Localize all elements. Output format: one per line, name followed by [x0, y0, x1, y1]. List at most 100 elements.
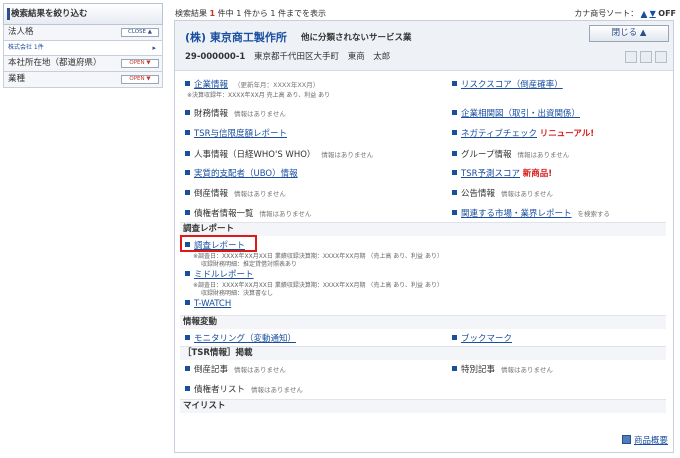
kanren-note: を検索する [577, 210, 611, 218]
saikensha-item: 債権者情報一覧 情報はありません [185, 207, 311, 219]
result-suffix: 件中 1 件から 1 件までを表示 [217, 9, 327, 18]
result-prefix: 検索結果 [175, 9, 207, 18]
bullet-icon [452, 81, 457, 86]
bookmark-link[interactable]: ブックマーク [461, 334, 512, 344]
company-name[interactable]: (株) 東京商工製作所 [185, 29, 287, 45]
company-info: 29-000000-1 東京都千代田区大手町 東商 太郎 [185, 50, 390, 62]
new-product-badge: 新商品! [522, 169, 553, 179]
filter-hojinkaku[interactable]: 法人格 CLOSE ▲ [3, 25, 163, 41]
no-info-note: 情報はありません [234, 366, 286, 374]
no-info-note: 情報はありません [321, 151, 374, 159]
bullet-icon [452, 210, 457, 215]
saiken-list-label: 債権者リスト [194, 385, 246, 395]
bullet-icon [185, 130, 190, 135]
book-icon [621, 435, 631, 444]
bullet-icon [452, 190, 457, 195]
risk-score-link[interactable]: リスクスコア（倒産確率） [461, 80, 563, 90]
filter-hojinkaku-label: 法人格 [8, 27, 34, 37]
company-industry: 他に分類されないサービス業 [301, 33, 412, 43]
kigyo-sub-note: ※決算収録年：XXXX年XX月 売上高 あり、利益 あり [187, 92, 331, 99]
soukan-link[interactable]: 企業相関図（取引・出資関係） [461, 109, 580, 119]
ubo-link[interactable]: 実質的支配者（UBO）情報 [194, 169, 298, 179]
bullet-icon [185, 110, 190, 115]
no-info-note: 情報はありません [234, 190, 286, 198]
saikensha-label: 債権者情報一覧 [194, 209, 254, 219]
ubo-item[interactable]: 実質的支配者（UBO）情報 [185, 167, 298, 179]
bullet-icon [185, 151, 190, 156]
sort-asc-icon[interactable]: ▲ [641, 9, 647, 18]
middle-report-link[interactable]: ミドルレポート [194, 270, 254, 280]
open-button[interactable]: OPEN ▼ [121, 75, 159, 84]
nega-link[interactable]: ネガティブチェック [461, 129, 537, 139]
bullet-icon [452, 170, 457, 175]
close-button[interactable]: 閉じる ▲ [589, 25, 669, 42]
tokubetsu-item: 特別記事 情報はありません [452, 363, 553, 375]
kokoku-item: 公告情報 情報はありません [452, 187, 553, 199]
filter-prefecture[interactable]: 本社所在地（都道府県） OPEN ▼ [3, 56, 163, 72]
jinji-label: 人事情報（日経WHO'S WHO） [194, 150, 316, 160]
kigyo-joho-link[interactable]: 企業情報 [194, 80, 228, 90]
bullet-icon [185, 190, 190, 195]
monitoring-link[interactable]: モニタリング（変動通知） [194, 334, 296, 344]
highlight-box [180, 235, 257, 252]
tokubetsu-label: 特別記事 [461, 365, 496, 375]
saiken-list-item: 債権者リスト 情報はありません [185, 383, 303, 395]
tsr-yosoku-link[interactable]: TSR予測スコア [461, 169, 520, 179]
section-keisai: ［TSR情報］掲載 [180, 346, 666, 360]
bullet-icon [185, 210, 190, 215]
section-chosa: 調査レポート [180, 222, 666, 236]
nega-item[interactable]: ネガティブチェック リニューアル! [452, 127, 594, 139]
filter-panel: 検索結果を絞り込む 法人格 CLOSE ▲ 株式会社 1件 ▸ 本社所在地（都道… [3, 3, 163, 88]
bullet-icon [185, 271, 190, 276]
toolbar-icons [625, 51, 667, 63]
no-info-note: 情報はありません [501, 366, 553, 374]
section-mylist: マイリスト [180, 399, 666, 413]
list-icon[interactable] [625, 51, 637, 63]
filter-industry[interactable]: 業種 OPEN ▼ [3, 72, 163, 88]
tosan-item: 倒産情報 情報はありません [185, 187, 286, 199]
sort-desc-icon[interactable]: ▼ [650, 9, 656, 18]
sort-state[interactable]: OFF [658, 9, 676, 18]
kokoku-label: 公告情報 [461, 189, 496, 199]
company-header: (株) 東京商工製作所 他に分類されないサービス業 29-000000-1 東京… [175, 21, 673, 71]
bullet-icon [185, 366, 190, 371]
export-icon[interactable] [655, 51, 667, 63]
soukan-item[interactable]: 企業相関図（取引・出資関係） [452, 107, 580, 119]
bullet-icon [185, 170, 190, 175]
product-overview[interactable]: 商品概要 [621, 434, 668, 446]
tsr-yoshin-item[interactable]: TSR与信限度額レポート [185, 127, 287, 139]
tsr-yosoku-item[interactable]: TSR予測スコア 新商品! [452, 167, 552, 179]
company-code: 29-000000-1 [185, 52, 246, 62]
bullet-icon [452, 366, 457, 371]
filter-kabushiki-option[interactable]: 株式会社 1件 ▸ [3, 41, 163, 56]
report-note-2: 収録財務明細：推定貸借対照表あり [201, 261, 298, 268]
bullet-icon [452, 151, 457, 156]
no-info-note: 情報はありません [234, 110, 286, 118]
bullet-icon [452, 130, 457, 135]
bookmark-item[interactable]: ブックマーク [452, 332, 512, 344]
tosan-kiji-item: 倒産記事 情報はありません [185, 363, 286, 375]
filter-prefecture-label: 本社所在地（都道府県） [8, 58, 102, 68]
result-number: 1 [209, 9, 216, 18]
kana-sort: カナ商号ソート： ▲ ▼ OFF [574, 8, 676, 19]
close-button[interactable]: CLOSE ▲ [121, 28, 159, 37]
tsr-yoshin-link[interactable]: TSR与信限度額レポート [194, 129, 287, 139]
filter-option-label: 株式会社 1件 [8, 44, 44, 51]
open-button[interactable]: OPEN ▼ [121, 59, 159, 68]
kanren-link[interactable]: 関連する市場・業界レポート [461, 209, 572, 219]
filter-title: 検索結果を絞り込む [3, 3, 163, 25]
monitoring-item[interactable]: モニタリング（変動通知） [185, 332, 296, 344]
kanren-item[interactable]: 関連する市場・業界レポート を検索する [452, 207, 610, 219]
middle-report-item[interactable]: ミドルレポート [185, 268, 254, 280]
product-overview-link[interactable]: 商品概要 [634, 436, 668, 446]
twatch-link[interactable]: T-WATCH [194, 299, 231, 309]
print-icon[interactable] [640, 51, 652, 63]
tosan-kiji-label: 倒産記事 [194, 365, 229, 375]
group-label: グループ情報 [461, 150, 512, 160]
no-info-note: 情報はありません [501, 190, 553, 198]
zaimu-item: 財務情報 情報はありません [185, 107, 286, 119]
kigyo-joho-item[interactable]: 企業情報 （更新年月：XXXX年XX月） [185, 78, 319, 90]
twatch-item[interactable]: T-WATCH [185, 299, 231, 309]
risk-score-item[interactable]: リスクスコア（倒産確率） [452, 78, 563, 90]
tosan-label: 倒産情報 [194, 189, 229, 199]
